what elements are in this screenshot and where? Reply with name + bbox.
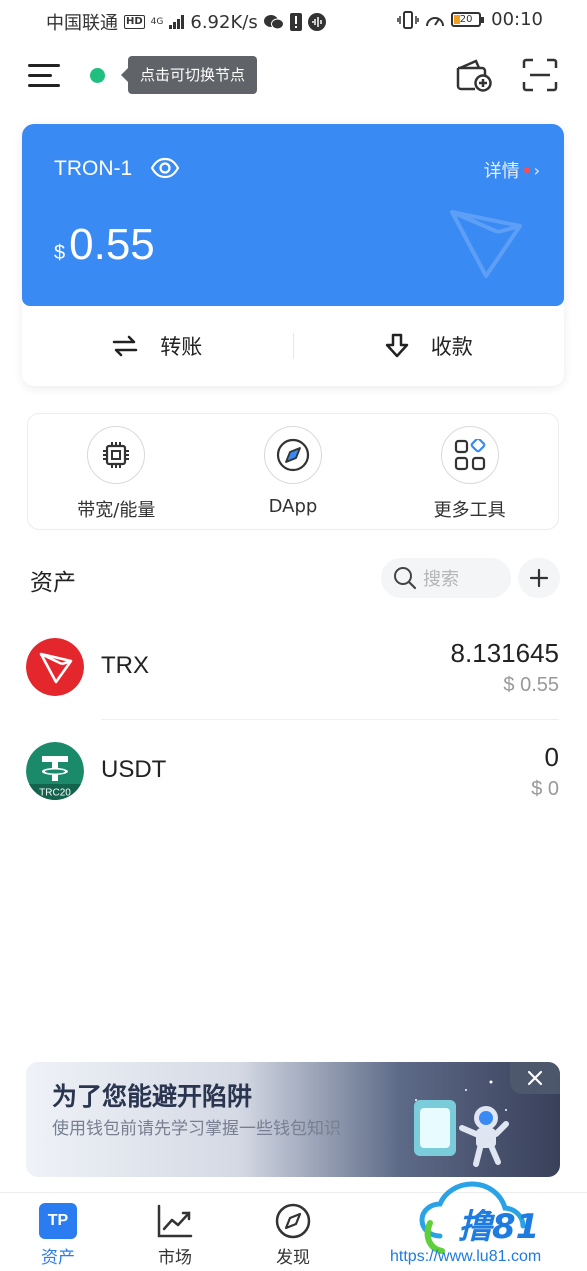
tron-watermark-icon — [450, 210, 522, 278]
audio-icon — [307, 13, 326, 31]
transfer-icon — [113, 335, 138, 357]
notification-dot — [523, 167, 530, 173]
carrier-name: 中国联通 — [46, 13, 118, 34]
net-speed: 6.92K/s — [190, 11, 258, 33]
assets-title: 资产 — [30, 570, 76, 596]
compass-icon — [275, 1203, 311, 1239]
vibrate-icon — [397, 10, 419, 29]
tab-market[interactable]: 市场 — [130, 1203, 220, 1268]
speedometer-icon — [426, 16, 445, 26]
node-status-dot[interactable] — [90, 68, 105, 83]
chart-icon — [157, 1204, 193, 1238]
tool-label: DApp — [268, 496, 318, 517]
compass-icon — [276, 438, 310, 472]
tron-logo-icon — [26, 638, 84, 696]
add-wallet-icon[interactable] — [454, 58, 492, 92]
banner-title: 为了您能避开陷阱 — [52, 1082, 253, 1111]
network-type: 4G — [150, 16, 164, 27]
wallet-balance-panel[interactable]: TRON-1 详情 › $ 0.55 — [22, 124, 564, 306]
plus-icon — [529, 568, 549, 588]
chip-icon — [103, 442, 130, 468]
tab-label: 发现 — [276, 1248, 310, 1268]
asset-row-trx[interactable]: TRX 8.131645 $ 0.55 — [0, 616, 587, 720]
eye-icon[interactable] — [150, 157, 180, 179]
asset-symbol: TRX — [101, 652, 149, 679]
quick-tools: 带宽/能量 DApp 更多工具 — [27, 413, 559, 530]
transfer-button[interactable]: 转账 — [22, 331, 293, 361]
search-placeholder: 搜索 — [423, 569, 459, 590]
tool-more[interactable]: 更多工具 — [381, 414, 558, 529]
watermark-logo-text: 撸81 — [458, 1207, 539, 1247]
node-switch-tooltip[interactable]: 点击可切换节点 — [120, 56, 258, 94]
close-icon — [527, 1070, 543, 1086]
status-bar: 中国联通 HD 4G 6.92K/s 20 00:10 — [0, 0, 587, 40]
menu-icon[interactable] — [28, 62, 60, 88]
asset-symbol: USDT — [101, 756, 167, 783]
alert-icon — [289, 13, 302, 31]
chevron-right-icon: › — [533, 160, 540, 180]
asset-value: $ 0 — [531, 778, 559, 800]
transfer-label: 转账 — [160, 335, 203, 359]
tp-wallet-icon: TP — [39, 1203, 77, 1239]
asset-search-input[interactable]: 搜索 — [381, 558, 511, 598]
tool-label: 更多工具 — [433, 500, 506, 521]
battery-icon: 20 — [451, 12, 485, 27]
watermark-url: https://www.lu81.com — [390, 1248, 542, 1265]
details-link[interactable]: 详情 › — [484, 157, 540, 183]
learning-banner[interactable]: 为了您能避开陷阱 使用钱包前请先学习掌握一些钱包知识 — [26, 1062, 560, 1177]
tab-label: 资产 — [41, 1248, 75, 1268]
asset-row-usdt[interactable]: TRC20 USDT 0 $ 0 — [0, 720, 587, 824]
receive-label: 收款 — [430, 335, 473, 359]
astronaut-illustration — [414, 1080, 509, 1167]
asset-amount: 8.131645 — [450, 638, 559, 668]
hd-badge: HD — [124, 15, 145, 29]
tab-discover[interactable]: 发现 — [248, 1203, 338, 1268]
tool-bandwidth-energy[interactable]: 带宽/能量 — [28, 414, 205, 529]
asset-amount: 0 — [544, 742, 559, 772]
tether-trc20-logo-icon: TRC20 — [26, 742, 84, 800]
wechat-icon — [263, 15, 284, 30]
add-asset-button[interactable] — [518, 558, 560, 598]
tab-assets[interactable]: TP 资产 — [13, 1203, 103, 1268]
trc20-badge: TRC20 — [39, 788, 71, 799]
clock: 00:10 — [491, 9, 543, 30]
signal-icon — [169, 15, 185, 29]
wallet-name: TRON-1 — [54, 157, 133, 180]
total-balance: $ 0.55 — [54, 220, 155, 269]
tool-label: 带宽/能量 — [77, 500, 156, 521]
banner-subtitle: 使用钱包前请先学习掌握一些钱包知识 — [52, 1119, 341, 1139]
scan-icon[interactable] — [522, 58, 558, 92]
grid-icon — [454, 439, 486, 471]
tab-label: 市场 — [158, 1248, 192, 1268]
tool-dapp[interactable]: DApp — [205, 414, 382, 529]
receive-button[interactable]: 收款 — [294, 331, 565, 361]
banner-close-button[interactable] — [510, 1062, 560, 1094]
asset-value: $ 0.55 — [503, 674, 559, 696]
receive-icon — [385, 333, 408, 358]
wallet-card: TRON-1 详情 › $ 0.55 转账 收款 — [22, 124, 564, 386]
search-icon — [394, 567, 417, 590]
